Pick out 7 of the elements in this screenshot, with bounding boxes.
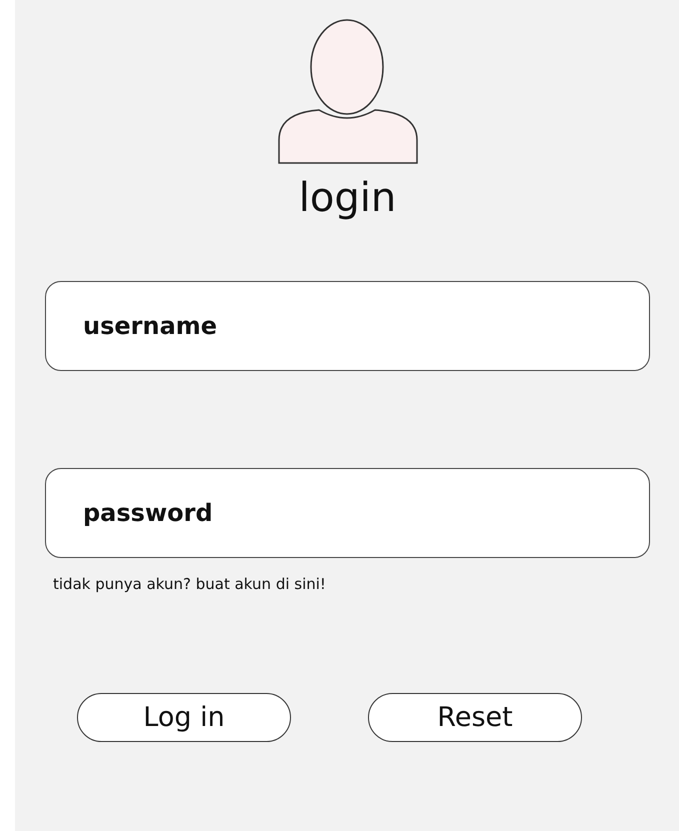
reset-button[interactable]: Reset [368, 693, 582, 742]
password-field[interactable]: password [45, 468, 650, 558]
login-button[interactable]: Log in [77, 693, 291, 742]
signup-link[interactable]: tidak punya akun? buat akun di sini! [53, 575, 650, 593]
user-avatar-icon [276, 18, 418, 164]
username-field[interactable]: username [45, 281, 650, 371]
login-title: login [298, 174, 396, 222]
